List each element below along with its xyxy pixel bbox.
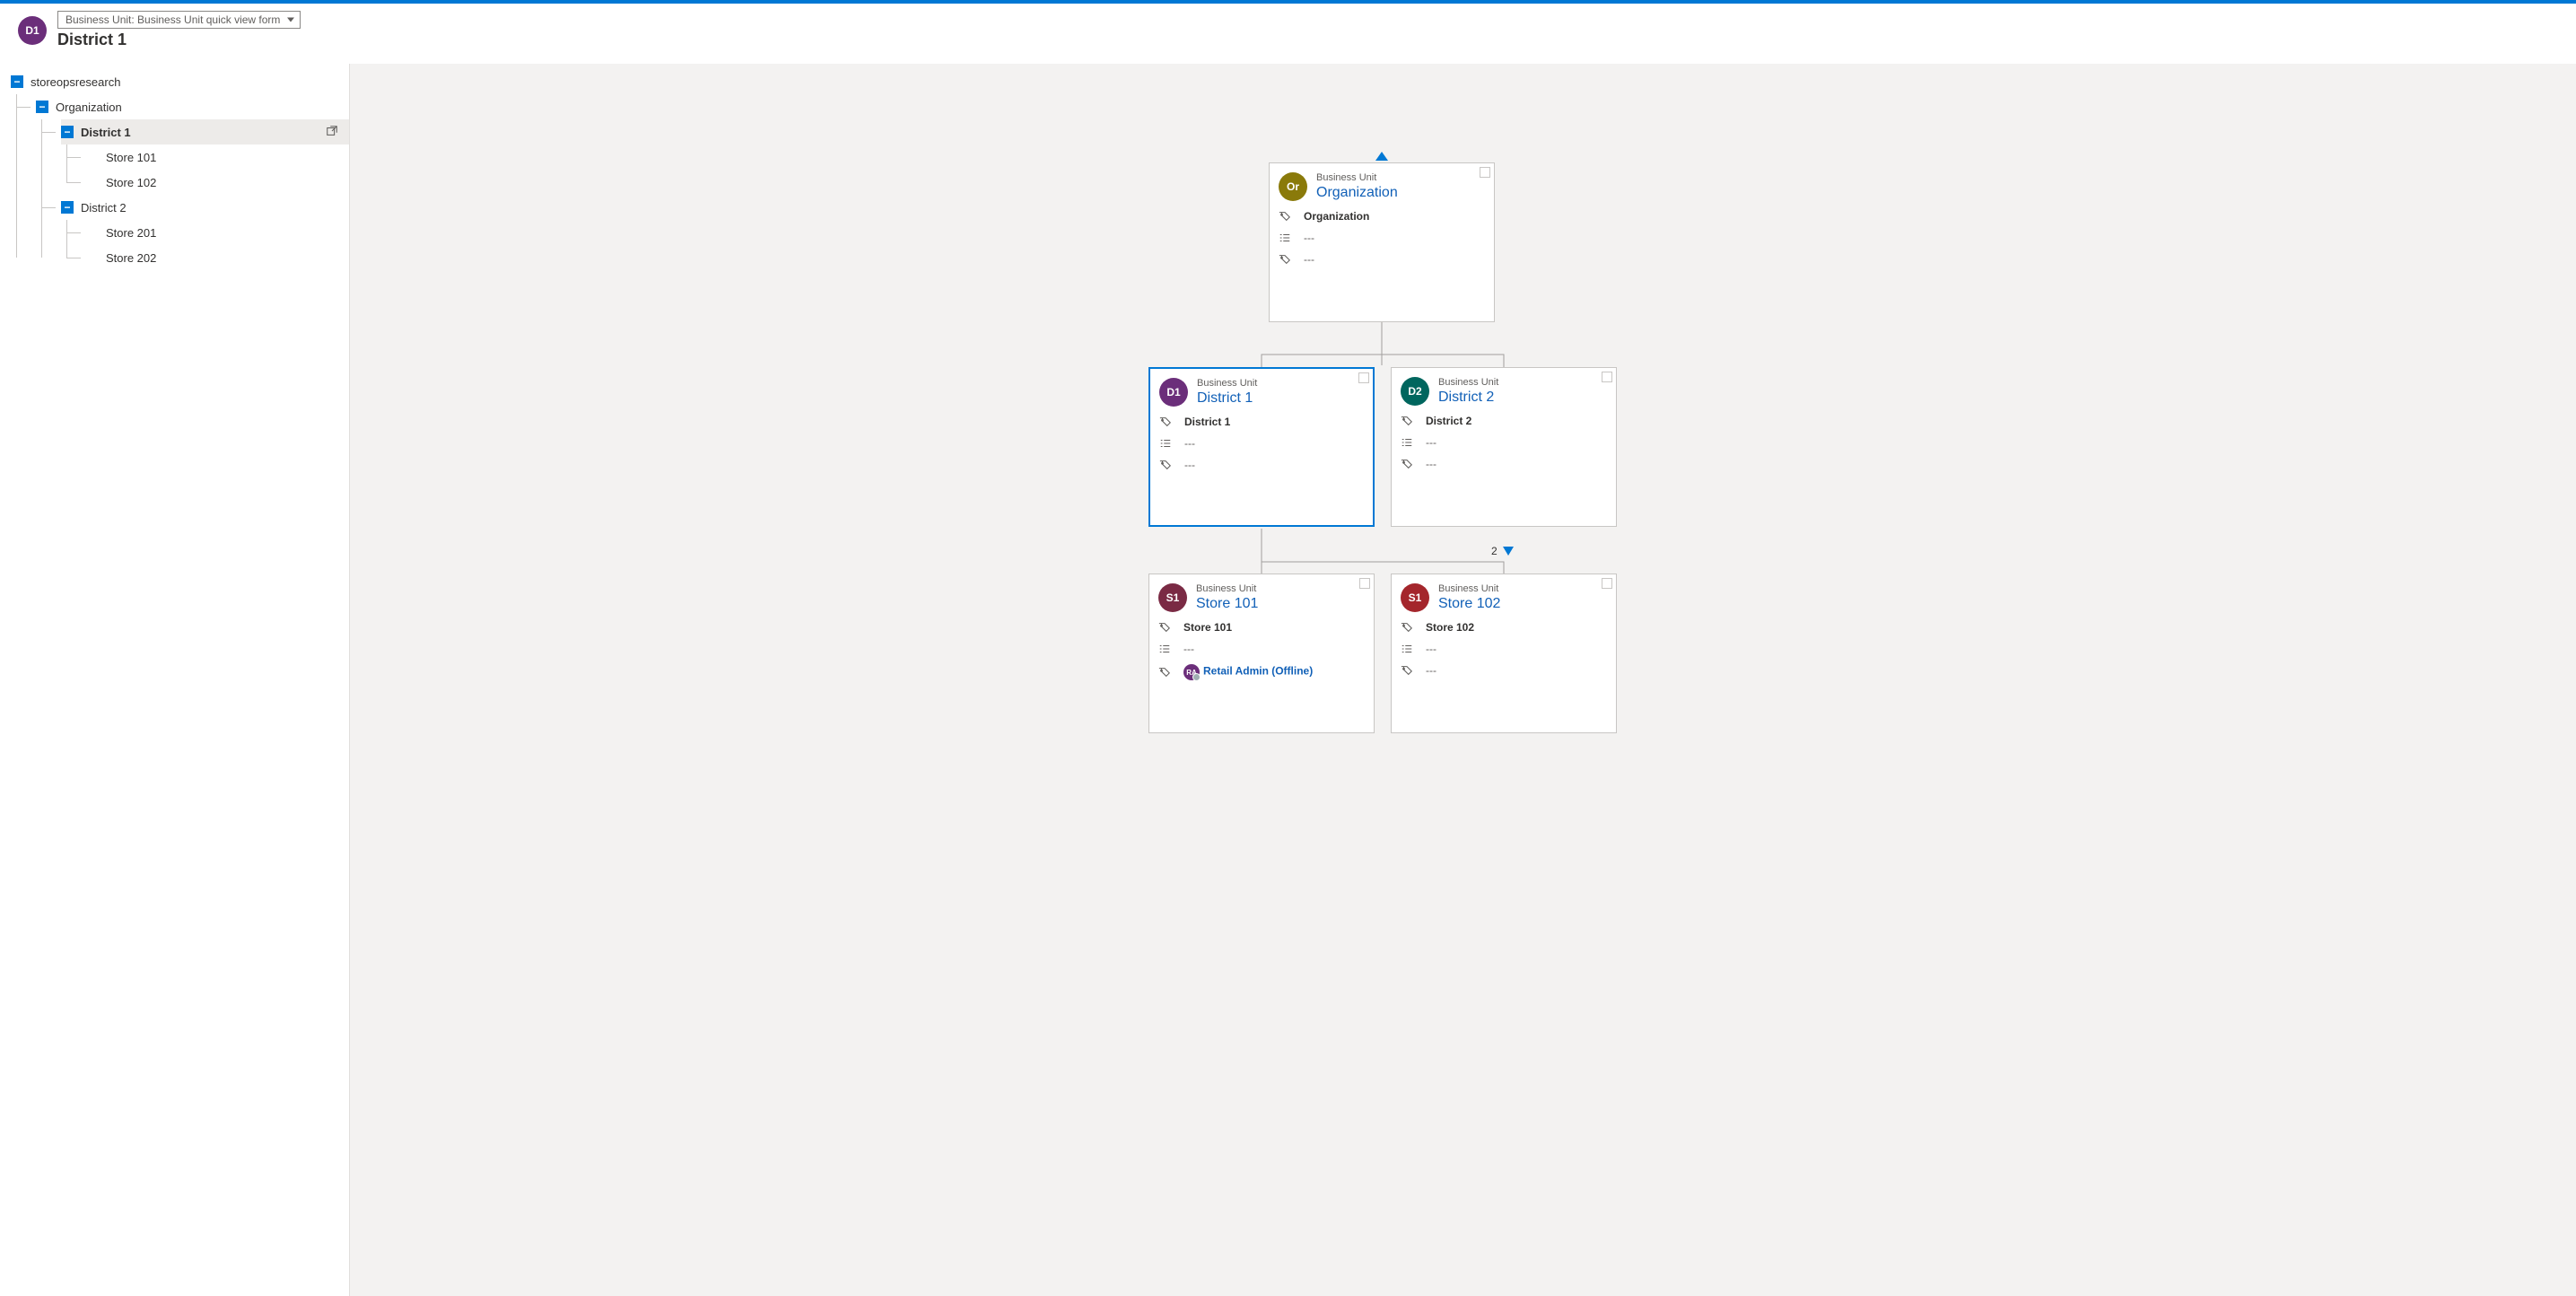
card-list-value: ---: [1183, 643, 1194, 655]
card-name-value: Store 101: [1183, 621, 1232, 634]
tag-icon: [1401, 415, 1413, 427]
tree-label: Store 101: [106, 151, 156, 164]
card-select-box[interactable]: [1359, 578, 1370, 589]
card-select-box[interactable]: [1602, 578, 1612, 589]
list-icon: [1158, 643, 1171, 655]
tree-panel: − storeopsresearch − Organization − Dist…: [0, 64, 350, 1296]
tree-label: storeopsresearch: [31, 75, 120, 89]
card-list-value: ---: [1184, 437, 1195, 450]
card-admin-value[interactable]: RARetail Admin (Offline): [1183, 664, 1313, 680]
list-icon: [1159, 437, 1172, 450]
tag-icon: [1158, 666, 1171, 679]
record-title: District 1: [57, 31, 301, 49]
collapse-icon[interactable]: −: [61, 201, 74, 214]
tree-label: District 2: [81, 201, 127, 215]
collapse-icon[interactable]: −: [11, 75, 23, 88]
record-header: D1 Business Unit: Business Unit quick vi…: [0, 4, 2576, 64]
card-extra-value: ---: [1426, 458, 1436, 470]
tree-label: Store 102: [106, 176, 156, 189]
hierarchy-card-store101[interactable]: S1 Business Unit Store 101 Store 101 ---…: [1148, 574, 1375, 733]
nav-up-arrow[interactable]: [1375, 150, 1388, 163]
child-count-indicator[interactable]: 2: [1491, 545, 1514, 557]
card-title[interactable]: District 1: [1197, 390, 1257, 407]
card-title[interactable]: District 2: [1438, 390, 1498, 406]
card-type-label: Business Unit: [1438, 377, 1498, 388]
card-extra-value: ---: [1184, 459, 1195, 471]
form-selector-label: Business Unit: Business Unit quick view …: [65, 13, 280, 26]
tree-node-district2[interactable]: − District 2: [61, 195, 349, 220]
card-name-value: District 2: [1426, 415, 1471, 427]
card-select-box[interactable]: [1480, 167, 1490, 178]
card-avatar: D1: [1159, 378, 1188, 407]
card-avatar: S1: [1401, 583, 1429, 612]
card-type-label: Business Unit: [1438, 583, 1500, 594]
card-type-label: Business Unit: [1316, 172, 1398, 183]
tag-icon: [1158, 621, 1171, 634]
hierarchy-card-district1[interactable]: D1 Business Unit District 1 District 1 -…: [1148, 367, 1375, 527]
card-extra-value: ---: [1426, 664, 1436, 677]
tag-icon: [1401, 664, 1413, 677]
tree-label: Store 201: [106, 226, 156, 240]
collapse-icon[interactable]: −: [61, 126, 74, 138]
card-extra-value: ---: [1304, 253, 1314, 266]
tag-icon: [1159, 416, 1172, 428]
list-icon: [1401, 436, 1413, 449]
popout-icon[interactable]: [326, 125, 338, 140]
tag-icon: [1279, 253, 1291, 266]
tag-icon: [1279, 210, 1291, 223]
card-title[interactable]: Organization: [1316, 185, 1398, 201]
card-type-label: Business Unit: [1196, 583, 1258, 594]
tag-icon: [1401, 621, 1413, 634]
hierarchy-card-organization[interactable]: Or Business Unit Organization Organizati…: [1269, 162, 1495, 322]
record-avatar: D1: [18, 16, 47, 45]
tree-node-store101[interactable]: Store 101: [86, 144, 349, 170]
card-type-label: Business Unit: [1197, 378, 1257, 389]
card-avatar: D2: [1401, 377, 1429, 406]
card-name-value: Organization: [1304, 210, 1369, 223]
tree-label: Organization: [56, 101, 122, 114]
card-avatar: S1: [1158, 583, 1187, 612]
collapse-icon[interactable]: −: [36, 101, 48, 113]
card-title[interactable]: Store 101: [1196, 596, 1258, 612]
chevron-down-icon: [1503, 547, 1514, 556]
card-list-value: ---: [1426, 643, 1436, 655]
form-selector[interactable]: Business Unit: Business Unit quick view …: [57, 11, 301, 29]
card-list-value: ---: [1426, 436, 1436, 449]
tree-node-root[interactable]: − storeopsresearch: [11, 69, 349, 94]
card-select-box[interactable]: [1358, 372, 1369, 383]
tree-label: Store 202: [106, 251, 156, 265]
hierarchy-card-store102[interactable]: S1 Business Unit Store 102 Store 102 ---…: [1391, 574, 1617, 733]
hierarchy-card-district2[interactable]: D2 Business Unit District 2 District 2 -…: [1391, 367, 1617, 527]
child-count-value: 2: [1491, 545, 1498, 557]
tree-node-organization[interactable]: − Organization: [36, 94, 349, 119]
tree-node-store102[interactable]: Store 102: [86, 170, 349, 195]
tag-icon: [1401, 458, 1413, 470]
card-avatar: Or: [1279, 172, 1307, 201]
card-list-value: ---: [1304, 232, 1314, 244]
list-icon: [1279, 232, 1291, 244]
tree-node-store201[interactable]: Store 201: [86, 220, 349, 245]
hierarchy-panel: Or Business Unit Organization Organizati…: [350, 64, 2576, 1296]
card-name-value: District 1: [1184, 416, 1230, 428]
tag-icon: [1159, 459, 1172, 471]
card-select-box[interactable]: [1602, 372, 1612, 382]
tree-label: District 1: [81, 126, 131, 139]
presence-avatar: RA: [1183, 664, 1200, 680]
tree-node-store202[interactable]: Store 202: [86, 245, 349, 270]
card-name-value: Store 102: [1426, 621, 1474, 634]
tree-node-district1[interactable]: − District 1: [61, 119, 349, 144]
card-title[interactable]: Store 102: [1438, 596, 1500, 612]
list-icon: [1401, 643, 1413, 655]
